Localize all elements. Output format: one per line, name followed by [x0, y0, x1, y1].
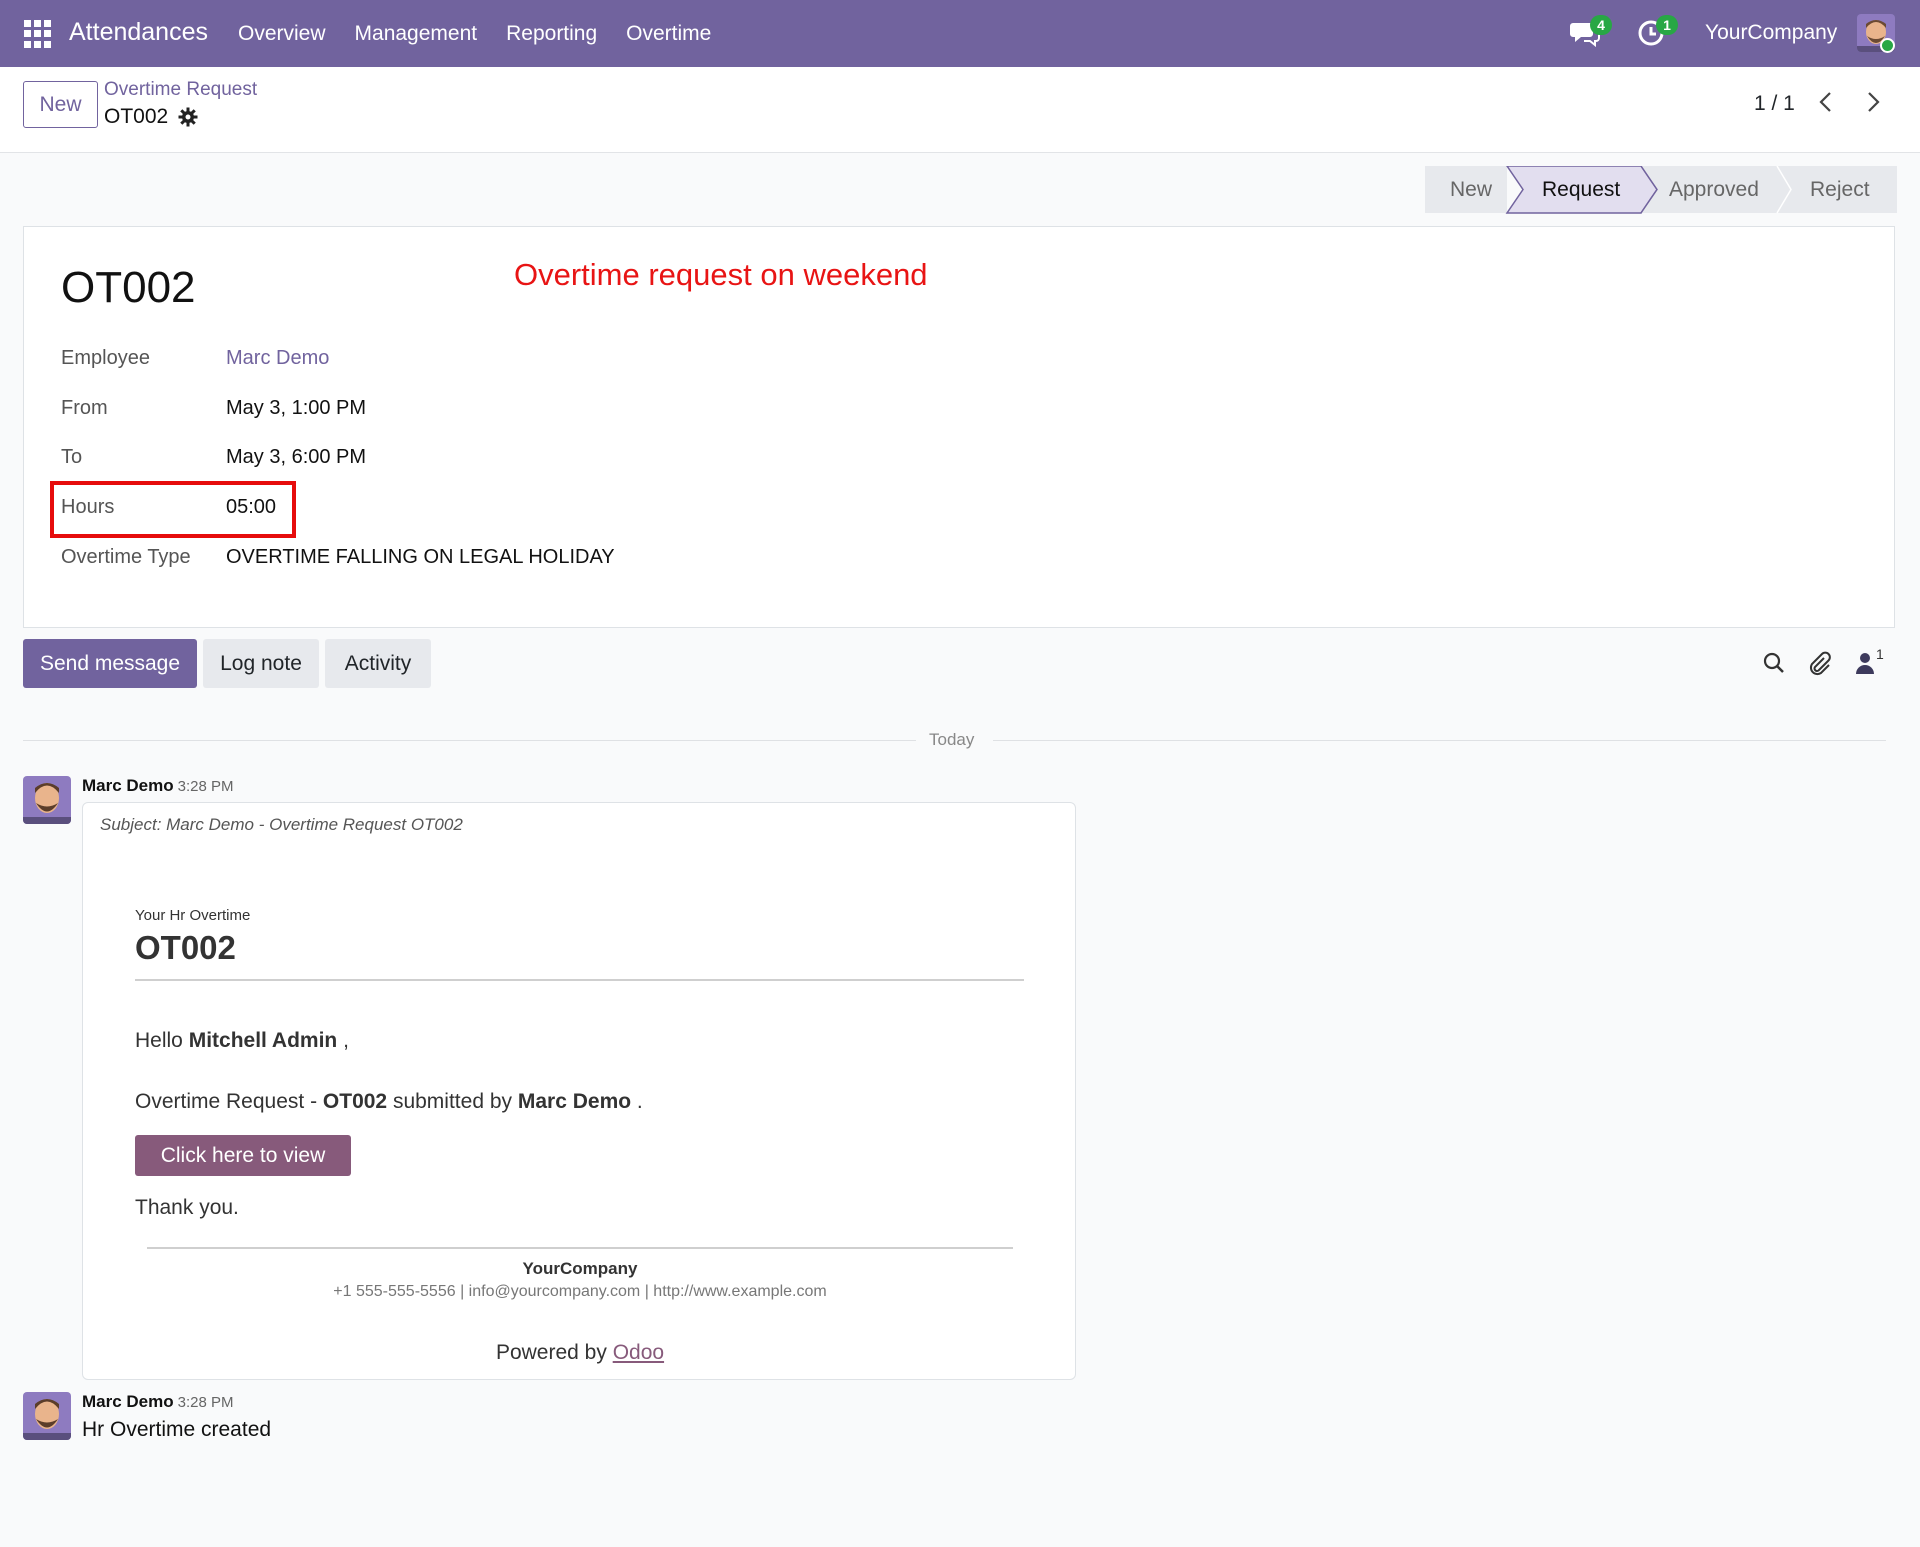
top-navbar: Attendances Overview Management Reportin… [0, 0, 1920, 67]
message-author-avatar[interactable] [23, 776, 71, 824]
breadcrumb-current: OT002 [104, 105, 169, 128]
email-footer-rule [147, 1247, 1013, 1249]
app-name[interactable]: Attendances [69, 18, 208, 47]
powered-prefix: Powered by [495, 1341, 607, 1364]
control-panel: New Overtime Request OT002 1 / 1 [0, 67, 1920, 153]
log-note-button[interactable]: Log note [203, 639, 319, 688]
email-kicker: Your Hr Overtime [135, 907, 251, 924]
email-header-rule [135, 979, 1024, 981]
menu-item-reporting[interactable]: Reporting [506, 22, 597, 46]
gear-icon[interactable] [178, 107, 198, 127]
email-message-card: Subject: Marc Demo - Overtime Request OT… [82, 802, 1076, 1380]
email-thanks: Thank you. [135, 1196, 239, 1219]
activity-button[interactable]: Activity [325, 639, 431, 688]
company-switcher[interactable]: YourCompany [1705, 21, 1837, 45]
highlight-box [50, 481, 296, 538]
field-value-overtime-type[interactable]: OVERTIME FALLING ON LEGAL HOLIDAY [226, 546, 615, 569]
odoo-link[interactable]: Odoo [613, 1341, 664, 1364]
message-body: Hr Overtime created [82, 1418, 272, 1441]
field-value-to[interactable]: May 3, 6:00 PM [226, 446, 366, 469]
field-label-employee: Employee [61, 347, 150, 369]
send-message-button[interactable]: Send message [23, 639, 197, 688]
stage-approved[interactable]: Approved [1669, 166, 1759, 213]
body-ref: OT002 [322, 1090, 388, 1113]
field-value-from[interactable]: May 3, 1:00 PM [226, 397, 366, 420]
field-label-to: To [61, 446, 83, 468]
greeting-prefix: Hello [135, 1029, 183, 1052]
menu-item-management[interactable]: Management [355, 22, 478, 46]
message-author[interactable]: Marc Demo 3:28 PM [82, 1392, 234, 1412]
new-button[interactable]: New [23, 81, 98, 128]
body-suffix: . [636, 1090, 643, 1113]
message-author-name[interactable]: Marc Demo [82, 1392, 174, 1411]
email-footer-contact: +1 555-555-5556 | info@yourcompany.com |… [333, 1283, 827, 1300]
chevron-left-icon[interactable] [1815, 87, 1837, 117]
greeting-name: Mitchell Admin [188, 1029, 338, 1052]
followers-count: 1 [1876, 646, 1884, 662]
message-time: 3:28 PM [177, 778, 234, 795]
message-author-name[interactable]: Marc Demo [82, 776, 174, 795]
body-mid: submitted by [392, 1090, 513, 1113]
email-body-line: Overtime Request - OT002 submitted by Ma… [135, 1090, 643, 1114]
stage-request[interactable]: Request [1542, 166, 1620, 213]
stage-new[interactable]: New [1450, 166, 1492, 213]
annotation-text: Overtime request on weekend [514, 257, 928, 292]
main-menu: Overview Management Reporting Overtime [238, 22, 711, 46]
field-label-from: From [61, 397, 108, 419]
field-value-employee[interactable]: Marc Demo [226, 347, 329, 370]
message-time: 3:28 PM [177, 1394, 234, 1411]
email-powered-by: Powered by Odoo [83, 1341, 1077, 1365]
chevron-right-icon[interactable] [1862, 87, 1884, 117]
divider-line-right [993, 740, 1886, 741]
apps-grid-icon[interactable] [24, 20, 52, 48]
body-prefix: Overtime Request - [135, 1090, 318, 1113]
email-greeting: Hello Mitchell Admin , [135, 1029, 349, 1053]
paperclip-icon[interactable] [1806, 650, 1832, 676]
date-divider: Today [929, 730, 975, 749]
online-status-icon [1880, 38, 1895, 53]
activities-badge: 1 [1656, 15, 1678, 35]
click-here-to-view-button[interactable]: Click here to view [135, 1135, 351, 1176]
messages-badge: 4 [1590, 15, 1612, 35]
email-subject: Subject: Marc Demo - Overtime Request OT… [100, 815, 463, 834]
email-title: OT002 [135, 929, 236, 966]
stage-reject[interactable]: Reject [1810, 166, 1870, 213]
form-sheet: OT002 Overtime request on weekend Employ… [23, 226, 1895, 628]
message-author[interactable]: Marc Demo 3:28 PM [82, 776, 234, 796]
followers-icon[interactable] [1852, 650, 1878, 676]
record-title: OT002 [61, 263, 196, 312]
field-label-overtime-type: Overtime Type [61, 546, 191, 568]
body-author: Marc Demo [517, 1090, 632, 1113]
email-footer-company: YourCompany [522, 1259, 638, 1278]
search-icon[interactable] [1761, 650, 1787, 676]
menu-item-overtime[interactable]: Overtime [626, 22, 711, 46]
message-author-avatar[interactable] [23, 1392, 71, 1440]
divider-line-left [23, 740, 916, 741]
menu-item-overview[interactable]: Overview [238, 22, 326, 46]
pager-value[interactable]: 1 / 1 [1754, 92, 1795, 116]
greeting-suffix: , [343, 1029, 349, 1052]
breadcrumb-parent[interactable]: Overtime Request [104, 79, 257, 101]
